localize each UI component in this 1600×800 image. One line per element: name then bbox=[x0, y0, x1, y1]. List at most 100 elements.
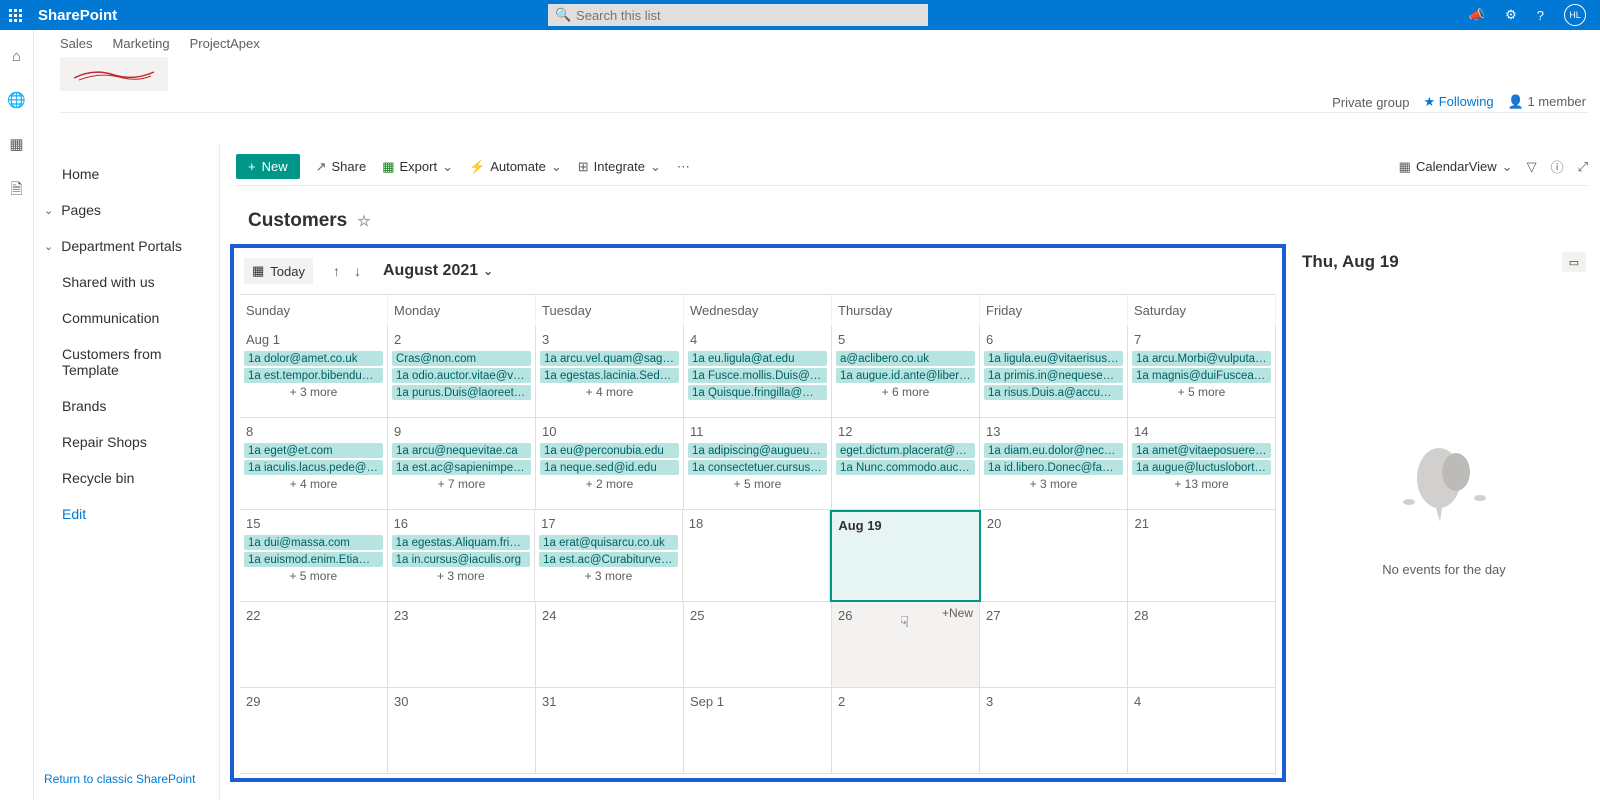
more-events-link[interactable]: + 3 more bbox=[392, 569, 531, 583]
export-button[interactable]: ▦Export ⌄ bbox=[382, 159, 453, 175]
more-events-link[interactable]: + 4 more bbox=[244, 477, 383, 491]
calendar-cell[interactable]: 3 bbox=[980, 688, 1128, 774]
nav-home[interactable]: Home bbox=[34, 156, 219, 192]
calendar-event[interactable]: 1a Quisque.fringilla@Mor… bbox=[688, 385, 827, 400]
calendar-event[interactable]: 1a est.tempor.bibendum… bbox=[244, 368, 383, 383]
more-events-link[interactable]: + 5 more bbox=[1132, 385, 1271, 399]
calendar-event[interactable]: 1a eu.ligula@at.edu bbox=[688, 351, 827, 366]
more-events-link[interactable]: + 13 more bbox=[1132, 477, 1271, 491]
calendar-event[interactable]: 1a risus.Duis.a@accumsa… bbox=[984, 385, 1123, 400]
more-events-link[interactable]: + 5 more bbox=[244, 569, 383, 583]
site-logo[interactable] bbox=[60, 57, 168, 91]
calendar-cell[interactable]: 25 bbox=[684, 602, 832, 688]
nav-communication[interactable]: Communication bbox=[34, 300, 219, 336]
month-picker[interactable]: August 2021⌄ bbox=[383, 262, 493, 280]
nav-brands[interactable]: Brands bbox=[34, 388, 219, 424]
calendar-event[interactable]: 1a primis.in@nequesed.org bbox=[984, 368, 1123, 383]
nav-shared-with-us[interactable]: Shared with us bbox=[34, 264, 219, 300]
overflow-button[interactable]: ⋯ bbox=[677, 159, 690, 175]
calendar-event[interactable]: Cras@non.com bbox=[392, 351, 531, 366]
calendar-event[interactable]: 1a in.cursus@iaculis.org bbox=[392, 552, 531, 567]
calendar-cell[interactable]: 161a egestas.Aliquam.fringil…1a in.cursu… bbox=[388, 510, 536, 602]
calendar-event[interactable]: 1a augue.id.ante@libero… bbox=[836, 368, 975, 383]
calendar-event[interactable]: 1a neque.sed@id.edu bbox=[540, 460, 679, 475]
calendar-cell[interactable]: Aug 11a dolor@amet.co.uk1a est.tempor.bi… bbox=[240, 326, 388, 418]
news-icon[interactable]: ▦ bbox=[9, 135, 23, 153]
calendar-cell[interactable]: 29 bbox=[240, 688, 388, 774]
calendar-cell[interactable]: 18 bbox=[683, 510, 831, 602]
info-icon[interactable]: ⓘ bbox=[1551, 157, 1564, 176]
calendar-event[interactable]: 1a ligula.eu@vitaerisus.ca bbox=[984, 351, 1123, 366]
favorite-icon[interactable]: ☆ bbox=[357, 212, 370, 230]
tab-marketing[interactable]: Marketing bbox=[113, 36, 170, 51]
nav-customers-from-template[interactable]: Customers from Template bbox=[34, 336, 219, 388]
files-icon[interactable]: 🗎 bbox=[10, 179, 22, 204]
expand-icon[interactable]: ⤢ bbox=[1578, 159, 1588, 175]
calendar-cell[interactable]: 4 bbox=[1128, 688, 1276, 774]
calendar-event[interactable]: 1a erat@quisarcu.co.uk bbox=[539, 535, 678, 550]
calendar-event[interactable]: 1a odio.auctor.vitae@vel… bbox=[392, 368, 531, 383]
calendar-event[interactable]: 1a purus.Duis@laoreetips… bbox=[392, 385, 531, 400]
calendar-event[interactable]: 1a euismod.enim.Etiam@… bbox=[244, 552, 383, 567]
calendar-cell[interactable]: 30 bbox=[388, 688, 536, 774]
nav-recycle-bin[interactable]: Recycle bin bbox=[34, 460, 219, 496]
calendar-cell[interactable]: 151a dui@massa.com1a euismod.enim.Etiam@… bbox=[240, 510, 388, 602]
members-button[interactable]: 👤 1 member bbox=[1508, 94, 1586, 110]
more-events-link[interactable]: + 5 more bbox=[688, 477, 827, 491]
calendar-cell[interactable]: 31a arcu.vel.quam@sagitti…1a egestas.lac… bbox=[536, 326, 684, 418]
calendar-event[interactable]: 1a augue@luctuslobortis… bbox=[1132, 460, 1271, 475]
calendar-event[interactable]: eget.dictum.placerat@ma… bbox=[836, 443, 975, 458]
calendar-cell[interactable]: 22 bbox=[240, 602, 388, 688]
more-events-link[interactable]: + 4 more bbox=[540, 385, 679, 399]
calendar-cell[interactable]: 2 bbox=[832, 688, 980, 774]
calendar-cell[interactable]: 20 bbox=[981, 510, 1129, 602]
calendar-cell[interactable]: 12eget.dictum.placerat@ma…1a Nunc.commod… bbox=[832, 418, 980, 510]
calendar-event[interactable]: 1a egestas.Aliquam.fringil… bbox=[392, 535, 531, 550]
calendar-cell[interactable]: 2Cras@non.com1a odio.auctor.vitae@vel…1a… bbox=[388, 326, 536, 418]
calendar-cell[interactable]: 111a adipiscing@augueut.ca1a consectetue… bbox=[684, 418, 832, 510]
calendar-event[interactable]: 1a arcu.Morbi@vulputate… bbox=[1132, 351, 1271, 366]
gear-icon[interactable]: ⚙ bbox=[1505, 7, 1517, 23]
next-month-button[interactable]: ↓ bbox=[354, 263, 361, 279]
calendar-event[interactable]: 1a eu@perconubia.edu bbox=[540, 443, 679, 458]
follow-button[interactable]: ★ Following bbox=[1423, 94, 1493, 110]
more-events-link[interactable]: + 3 more bbox=[244, 385, 383, 399]
calendar-cell[interactable]: 26+New bbox=[832, 602, 980, 688]
more-events-link[interactable]: + 7 more bbox=[392, 477, 531, 491]
calendar-cell[interactable]: 171a erat@quisarcu.co.uk1a est.ac@Curabi… bbox=[535, 510, 683, 602]
return-classic-link[interactable]: Return to classic SharePoint bbox=[44, 772, 195, 786]
share-button[interactable]: ↗Share bbox=[316, 159, 367, 175]
calendar-event[interactable]: a@aclibero.co.uk bbox=[836, 351, 975, 366]
prev-month-button[interactable]: ↑ bbox=[333, 263, 340, 279]
calendar-event[interactable]: 1a adipiscing@augueut.ca bbox=[688, 443, 827, 458]
calendar-cell[interactable]: Sep 1 bbox=[684, 688, 832, 774]
calendar-cell[interactable]: 31 bbox=[536, 688, 684, 774]
add-new-button[interactable]: +New bbox=[942, 606, 973, 620]
new-button[interactable]: +New bbox=[236, 154, 300, 179]
today-button[interactable]: ▦Today bbox=[244, 258, 313, 284]
calendar-event[interactable]: 1a egestas.lacinia.Sed@ve… bbox=[540, 368, 679, 383]
calendar-event[interactable]: 1a est.ac@Curabiturvel.co… bbox=[539, 552, 678, 567]
calendar-cell[interactable]: 28 bbox=[1128, 602, 1276, 688]
calendar-event[interactable]: 1a diam.eu.dolor@necme… bbox=[984, 443, 1123, 458]
home-icon[interactable]: ⌂ bbox=[12, 48, 21, 65]
calendar-cell[interactable]: 24 bbox=[536, 602, 684, 688]
calendar-event[interactable]: 1a id.libero.Donec@fauci… bbox=[984, 460, 1123, 475]
calendar-cell[interactable]: 131a diam.eu.dolor@necme…1a id.libero.Do… bbox=[980, 418, 1128, 510]
tab-sales[interactable]: Sales bbox=[60, 36, 93, 51]
globe-icon[interactable]: 🌐 bbox=[7, 91, 26, 109]
calendar-event[interactable]: 1a arcu.vel.quam@sagitti… bbox=[540, 351, 679, 366]
help-icon[interactable]: ? bbox=[1537, 8, 1544, 23]
calendar-cell[interactable]: Aug 19 bbox=[830, 510, 981, 602]
integrate-button[interactable]: ⊞Integrate ⌄ bbox=[578, 159, 661, 175]
view-selector[interactable]: ▦CalendarView ⌄ bbox=[1399, 159, 1513, 175]
more-events-link[interactable]: + 3 more bbox=[539, 569, 678, 583]
calendar-event[interactable]: 1a iaculis.lacus.pede@ultr… bbox=[244, 460, 383, 475]
calendar-cell[interactable]: 5a@aclibero.co.uk1a augue.id.ante@libero… bbox=[832, 326, 980, 418]
nav-pages[interactable]: ⌄Pages bbox=[34, 192, 219, 228]
calendar-cell[interactable]: 81a eget@et.com1a iaculis.lacus.pede@ult… bbox=[240, 418, 388, 510]
calendar-cell[interactable]: 91a arcu@nequevitae.ca1a est.ac@sapienim… bbox=[388, 418, 536, 510]
calendar-event[interactable]: 1a consectetuer.cursus.et… bbox=[688, 460, 827, 475]
nav-repair-shops[interactable]: Repair Shops bbox=[34, 424, 219, 460]
calendar-event[interactable]: 1a amet@vitaeposuereat… bbox=[1132, 443, 1271, 458]
